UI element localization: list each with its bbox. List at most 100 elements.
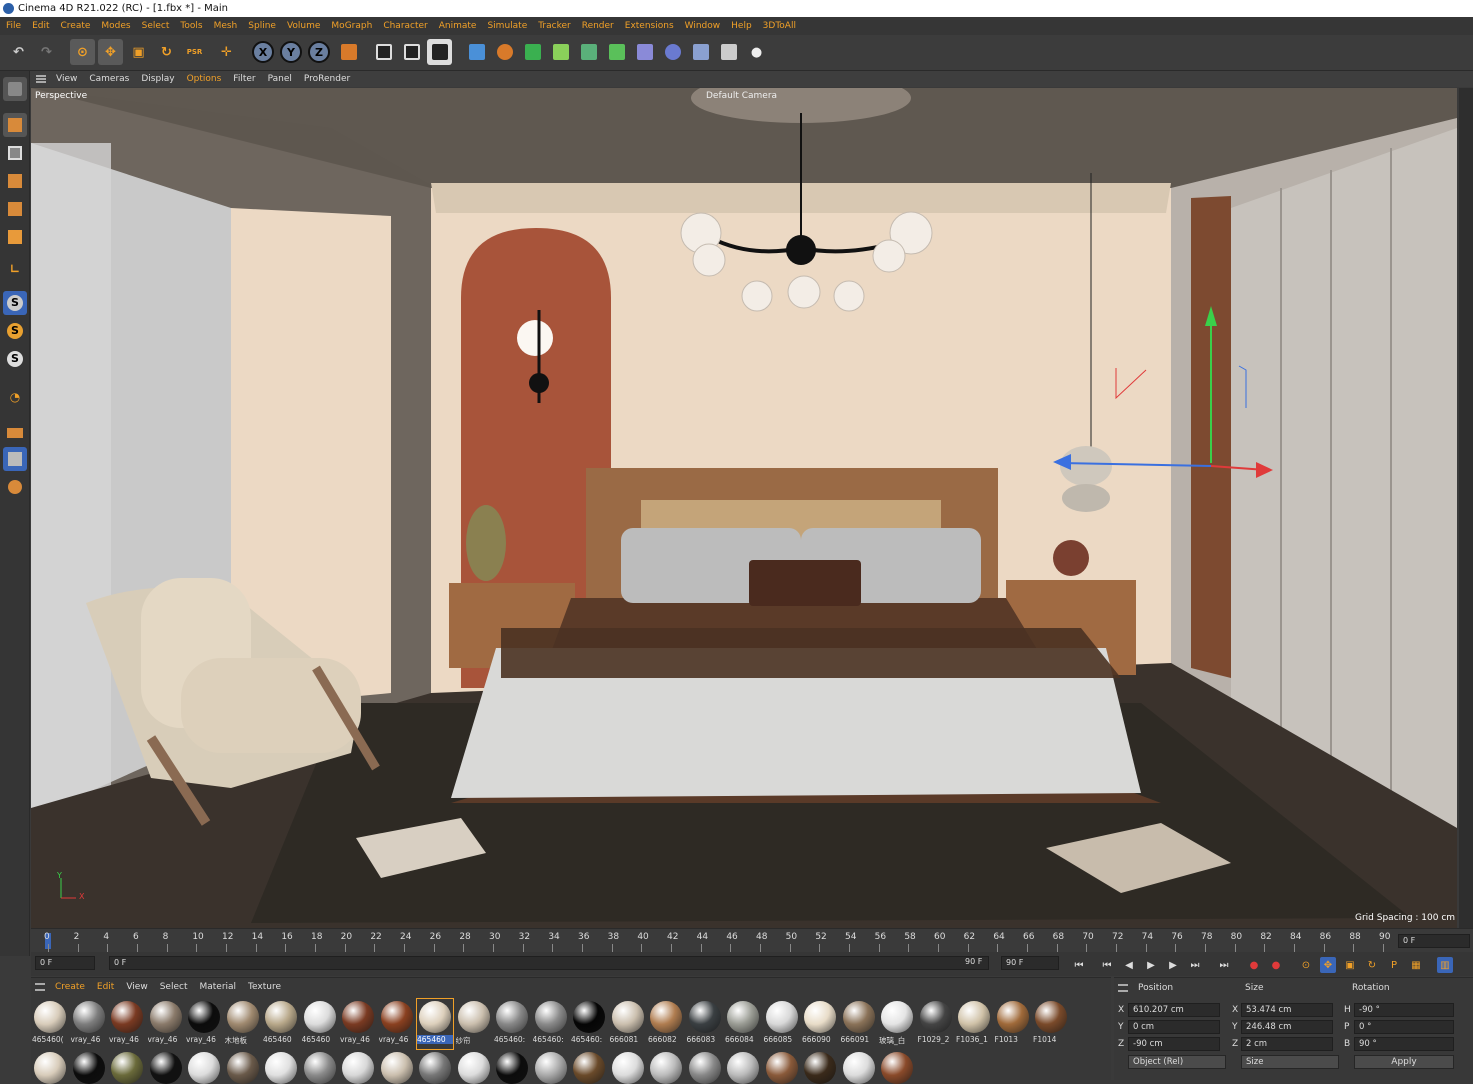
- mograph-icon[interactable]: [604, 39, 629, 65]
- menu-extensions[interactable]: Extensions: [625, 21, 674, 31]
- render-settings-icon[interactable]: [427, 39, 452, 65]
- material-swatch[interactable]: [109, 1050, 145, 1084]
- material-swatch[interactable]: [263, 1050, 299, 1084]
- camera-name-label[interactable]: Default Camera: [706, 91, 777, 101]
- menu-mesh[interactable]: Mesh: [214, 21, 238, 31]
- z-axis-lock-button[interactable]: Z: [308, 41, 330, 63]
- viewport-hamburger-icon[interactable]: [36, 75, 46, 83]
- cube-object-icon[interactable]: [464, 39, 489, 65]
- move-tool-icon[interactable]: ✥: [98, 39, 123, 65]
- spline-pen-icon[interactable]: [492, 39, 517, 65]
- material-menu-edit[interactable]: Edit: [97, 982, 114, 992]
- menu-edit[interactable]: Edit: [32, 21, 49, 31]
- light-bulb-icon[interactable]: ●: [744, 39, 769, 65]
- viewport-menu-options[interactable]: Options: [187, 74, 222, 84]
- material-swatch[interactable]: 465460:: [494, 999, 530, 1049]
- material-swatch[interactable]: [32, 1050, 68, 1084]
- material-hamburger-icon[interactable]: [35, 982, 45, 991]
- material-swatch[interactable]: [379, 1050, 415, 1084]
- size-x-field[interactable]: 53.474 cm: [1241, 1003, 1333, 1017]
- key-position-icon[interactable]: ✥: [1320, 957, 1336, 973]
- material-swatch[interactable]: [340, 1050, 376, 1084]
- material-swatch[interactable]: 465460(: [32, 999, 68, 1049]
- rotation-b-field[interactable]: 90 °: [1354, 1037, 1454, 1051]
- timeline-layout-icon[interactable]: ▥: [1437, 957, 1453, 973]
- next-key-icon[interactable]: ⏭: [1187, 957, 1203, 973]
- workplane-icon[interactable]: [3, 421, 27, 445]
- material-swatch[interactable]: [571, 1050, 607, 1084]
- key-scale-icon[interactable]: ▣: [1342, 957, 1358, 973]
- material-swatch[interactable]: 木地板: [225, 999, 261, 1049]
- menu-modes[interactable]: Modes: [101, 21, 130, 31]
- material-swatch[interactable]: [764, 1050, 800, 1084]
- material-swatch[interactable]: [71, 1050, 107, 1084]
- point-mode-icon[interactable]: [3, 169, 27, 193]
- key-pla-icon[interactable]: ▦: [1408, 957, 1424, 973]
- menu-mograph[interactable]: MoGraph: [331, 21, 372, 31]
- viewport-menu-view[interactable]: View: [56, 74, 77, 84]
- axis-mode-icon[interactable]: ∟: [3, 257, 27, 281]
- render-view-icon[interactable]: [371, 39, 396, 65]
- next-frame-icon[interactable]: ▶: [1165, 957, 1181, 973]
- menu-spline[interactable]: Spline: [248, 21, 276, 31]
- material-swatch[interactable]: F1013: [995, 999, 1031, 1049]
- material-swatch[interactable]: 666091: [841, 999, 877, 1049]
- size-mode-dropdown[interactable]: Size: [1241, 1055, 1339, 1069]
- current-frame-field[interactable]: 0 F: [35, 956, 95, 970]
- material-menu-select[interactable]: Select: [160, 982, 188, 992]
- render-picture-viewer-icon[interactable]: [399, 39, 424, 65]
- timeline-ruler[interactable]: 0 F 0 2 4 6 8 10 12 14 16 18 20 22 24 26 28 30 32 34 36 38 4…: [31, 928, 1473, 952]
- viewport-menu-prorender[interactable]: ProRender: [304, 74, 350, 84]
- redo-icon[interactable]: ↷: [34, 39, 59, 65]
- deformer-icon[interactable]: [632, 39, 657, 65]
- menu-create[interactable]: Create: [61, 21, 91, 31]
- workplane-axis-icon[interactable]: [3, 475, 27, 499]
- position-z-field[interactable]: -90 cm: [1128, 1037, 1220, 1051]
- magnet-icon[interactable]: ◔: [3, 385, 27, 409]
- material-swatch[interactable]: 纱帘: [456, 999, 492, 1049]
- material-swatch[interactable]: 666085: [764, 999, 800, 1049]
- floor-icon[interactable]: [688, 39, 713, 65]
- viewport-menu-display[interactable]: Display: [141, 74, 174, 84]
- material-swatch[interactable]: 465460: [416, 998, 454, 1050]
- material-swatch[interactable]: [148, 1050, 184, 1084]
- prev-frame-icon[interactable]: ◀: [1121, 957, 1137, 973]
- material-swatch[interactable]: [225, 1050, 261, 1084]
- position-y-field[interactable]: 0 cm: [1128, 1020, 1220, 1034]
- y-axis-lock-button[interactable]: Y: [280, 41, 302, 63]
- keyframe-selection-icon[interactable]: ⊙: [1298, 957, 1314, 973]
- subdivision-surface-icon[interactable]: [520, 39, 545, 65]
- menu-volume[interactable]: Volume: [287, 21, 320, 31]
- x-axis-lock-button[interactable]: X: [252, 41, 274, 63]
- menu-3dtoall[interactable]: 3DToAll: [763, 21, 796, 31]
- material-swatch[interactable]: 465460:: [533, 999, 569, 1049]
- rotation-p-field[interactable]: 0 °: [1354, 1020, 1454, 1034]
- snap-settings-icon[interactable]: S: [3, 319, 27, 343]
- select-tool-icon[interactable]: ⊙: [70, 39, 95, 65]
- play-icon[interactable]: ▶: [1143, 957, 1159, 973]
- material-swatch[interactable]: 666082: [648, 999, 684, 1049]
- preview-range-slider[interactable]: 0 F: [109, 956, 989, 970]
- key-rotation-icon[interactable]: ↻: [1364, 957, 1380, 973]
- material-swatch[interactable]: [456, 1050, 492, 1084]
- material-swatch[interactable]: vray_46: [71, 999, 107, 1049]
- material-swatch[interactable]: F1014: [1033, 999, 1069, 1049]
- material-swatch[interactable]: vray_46: [379, 999, 415, 1049]
- timeline-end-field[interactable]: 0 F: [1398, 934, 1470, 948]
- viewport-menu-cameras[interactable]: Cameras: [89, 74, 129, 84]
- material-swatch[interactable]: [610, 1050, 646, 1084]
- material-swatch[interactable]: [417, 1050, 453, 1084]
- material-swatch[interactable]: [494, 1050, 530, 1084]
- perspective-viewport[interactable]: Perspective Default Camera Grid Spacing …: [31, 88, 1457, 928]
- prev-key-icon[interactable]: ⏮: [1099, 957, 1115, 973]
- coordinate-system-icon[interactable]: [336, 39, 361, 65]
- undo-icon[interactable]: ↶: [6, 39, 31, 65]
- end-frame-field[interactable]: 90 F: [1001, 956, 1059, 970]
- record-keys-icon[interactable]: ●: [1246, 957, 1262, 973]
- material-swatch[interactable]: [302, 1050, 338, 1084]
- polygon-mode-icon[interactable]: [3, 225, 27, 249]
- material-swatch[interactable]: 465460:: [571, 999, 607, 1049]
- material-swatch[interactable]: vray_46: [148, 999, 184, 1049]
- coordinate-mode-dropdown[interactable]: Object (Rel): [1128, 1055, 1226, 1069]
- size-y-field[interactable]: 246.48 cm: [1241, 1020, 1333, 1034]
